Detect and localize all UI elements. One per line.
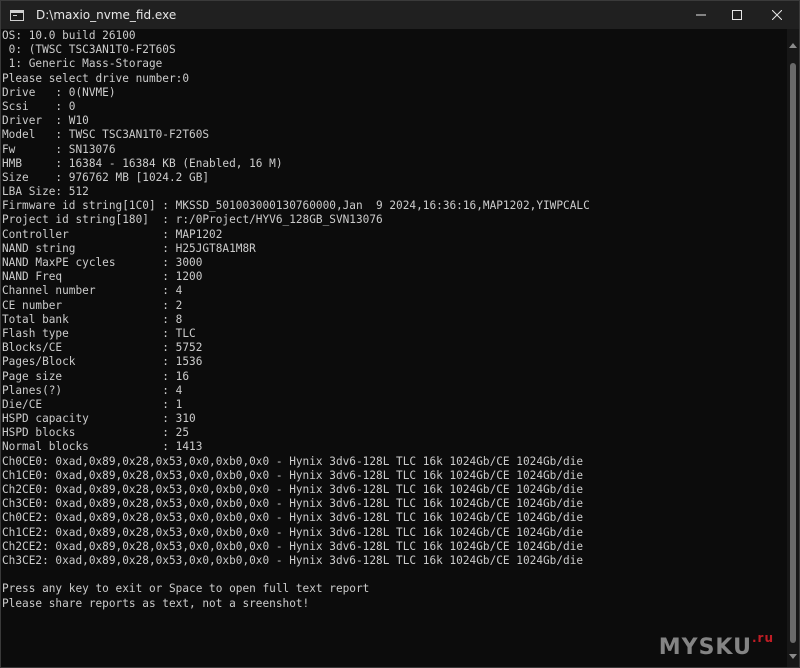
console-line: Die/CE : 1	[2, 397, 183, 411]
console-line: 0: (TWSC TSC3AN1T0-F2T60S	[2, 43, 176, 57]
watermark-text: MYSKU	[658, 635, 752, 660]
console-line: HSPD capacity : 310	[2, 412, 196, 426]
console-line: Normal blocks : 1413	[2, 440, 203, 454]
vertical-scrollbar[interactable]	[787, 29, 799, 667]
console-line: NAND Freq : 1200	[2, 270, 203, 284]
console-line: Pages/Block : 1536	[2, 355, 203, 369]
console-line: Flash type : TLC	[2, 326, 196, 340]
console-line: Ch3CE0: 0xad,0x89,0x28,0x53,0x0,0xb0,0x0…	[2, 497, 584, 511]
console-line: 1: Generic Mass-Storage	[2, 57, 163, 71]
maximize-button[interactable]	[719, 1, 755, 29]
minimize-button[interactable]	[683, 1, 719, 29]
console-line: Project id string[180] : r:/0Project/HYV…	[2, 213, 383, 227]
scrollbar-thumb[interactable]	[790, 63, 796, 643]
scroll-down-icon[interactable]	[789, 654, 797, 659]
console-line: Channel number : 4	[2, 284, 183, 298]
title-bar[interactable]: D:\maxio_nvme_fid.exe	[1, 1, 799, 29]
console-line: Please share reports as text, not a sree…	[2, 596, 310, 610]
console-line: Driver : W10	[2, 114, 89, 128]
terminal-icon	[10, 9, 24, 21]
console-line: CE number : 2	[2, 298, 183, 312]
console-line: NAND string : H25JGT8A1M8R	[2, 241, 256, 255]
minimize-icon	[696, 14, 706, 16]
console-line: Please select drive number:0	[2, 71, 190, 85]
close-icon	[772, 10, 782, 20]
console-line: Press any key to exit or Space to open f…	[2, 582, 370, 596]
console-line: Total bank : 8	[2, 312, 183, 326]
console-window: D:\maxio_nvme_fid.exe OS: 10.0 build 261…	[0, 0, 800, 668]
console-line: NAND MaxPE cycles : 3000	[2, 256, 203, 269]
console-line: Blocks/CE : 5752	[2, 341, 203, 355]
console-line: Ch2CE2: 0xad,0x89,0x28,0x53,0x0,0xb0,0x0…	[2, 539, 584, 553]
console-line: Ch1CE2: 0xad,0x89,0x28,0x53,0x0,0xb0,0x0…	[2, 525, 584, 539]
console-line: Model : TWSC TSC3AN1T0-F2T60S	[2, 128, 210, 142]
console-line: Ch0CE0: 0xad,0x89,0x28,0x53,0x0,0xb0,0x0…	[2, 454, 584, 468]
console-line: OS: 10.0 build 26100	[2, 29, 136, 42]
console-line: Drive : 0(NVME)	[2, 85, 116, 99]
console-line: Page size : 16	[2, 369, 190, 383]
console-line: Ch3CE2: 0xad,0x89,0x28,0x53,0x0,0xb0,0x0…	[2, 553, 584, 567]
console-line: Planes(?) : 4	[2, 383, 183, 397]
console-line: Scsi : 0	[2, 99, 76, 113]
console-line: Size : 976762 MB [1024.2 GB]	[2, 170, 210, 184]
console-line: Fw : SN13076	[2, 142, 116, 156]
watermark-logo: MYSKU.ru	[658, 631, 774, 660]
console-line: HSPD blocks : 25	[2, 426, 190, 440]
watermark-suffix: .ru	[751, 631, 774, 645]
console-line: Firmware id string[1C0] : MKSSD_50100300…	[2, 199, 590, 213]
console-line: HMB : 16384 - 16384 KB (Enabled, 16 M)	[2, 156, 283, 170]
console-line: Ch1CE0: 0xad,0x89,0x28,0x53,0x0,0xb0,0x0…	[2, 468, 584, 482]
close-button[interactable]	[755, 1, 799, 29]
console-line: Ch0CE2: 0xad,0x89,0x28,0x53,0x0,0xb0,0x0…	[2, 511, 584, 525]
console-line: Ch2CE0: 0xad,0x89,0x28,0x53,0x0,0xb0,0x0…	[2, 483, 584, 496]
console-line: Controller : MAP1202	[2, 227, 223, 241]
console-line: LBA Size: 512	[2, 185, 89, 199]
console-output[interactable]: OS: 10.0 build 26100 0: (TWSC TSC3AN1T0-…	[2, 29, 786, 667]
maximize-icon	[732, 10, 742, 20]
scroll-up-icon[interactable]	[789, 43, 797, 48]
window-title: D:\maxio_nvme_fid.exe	[36, 8, 177, 22]
